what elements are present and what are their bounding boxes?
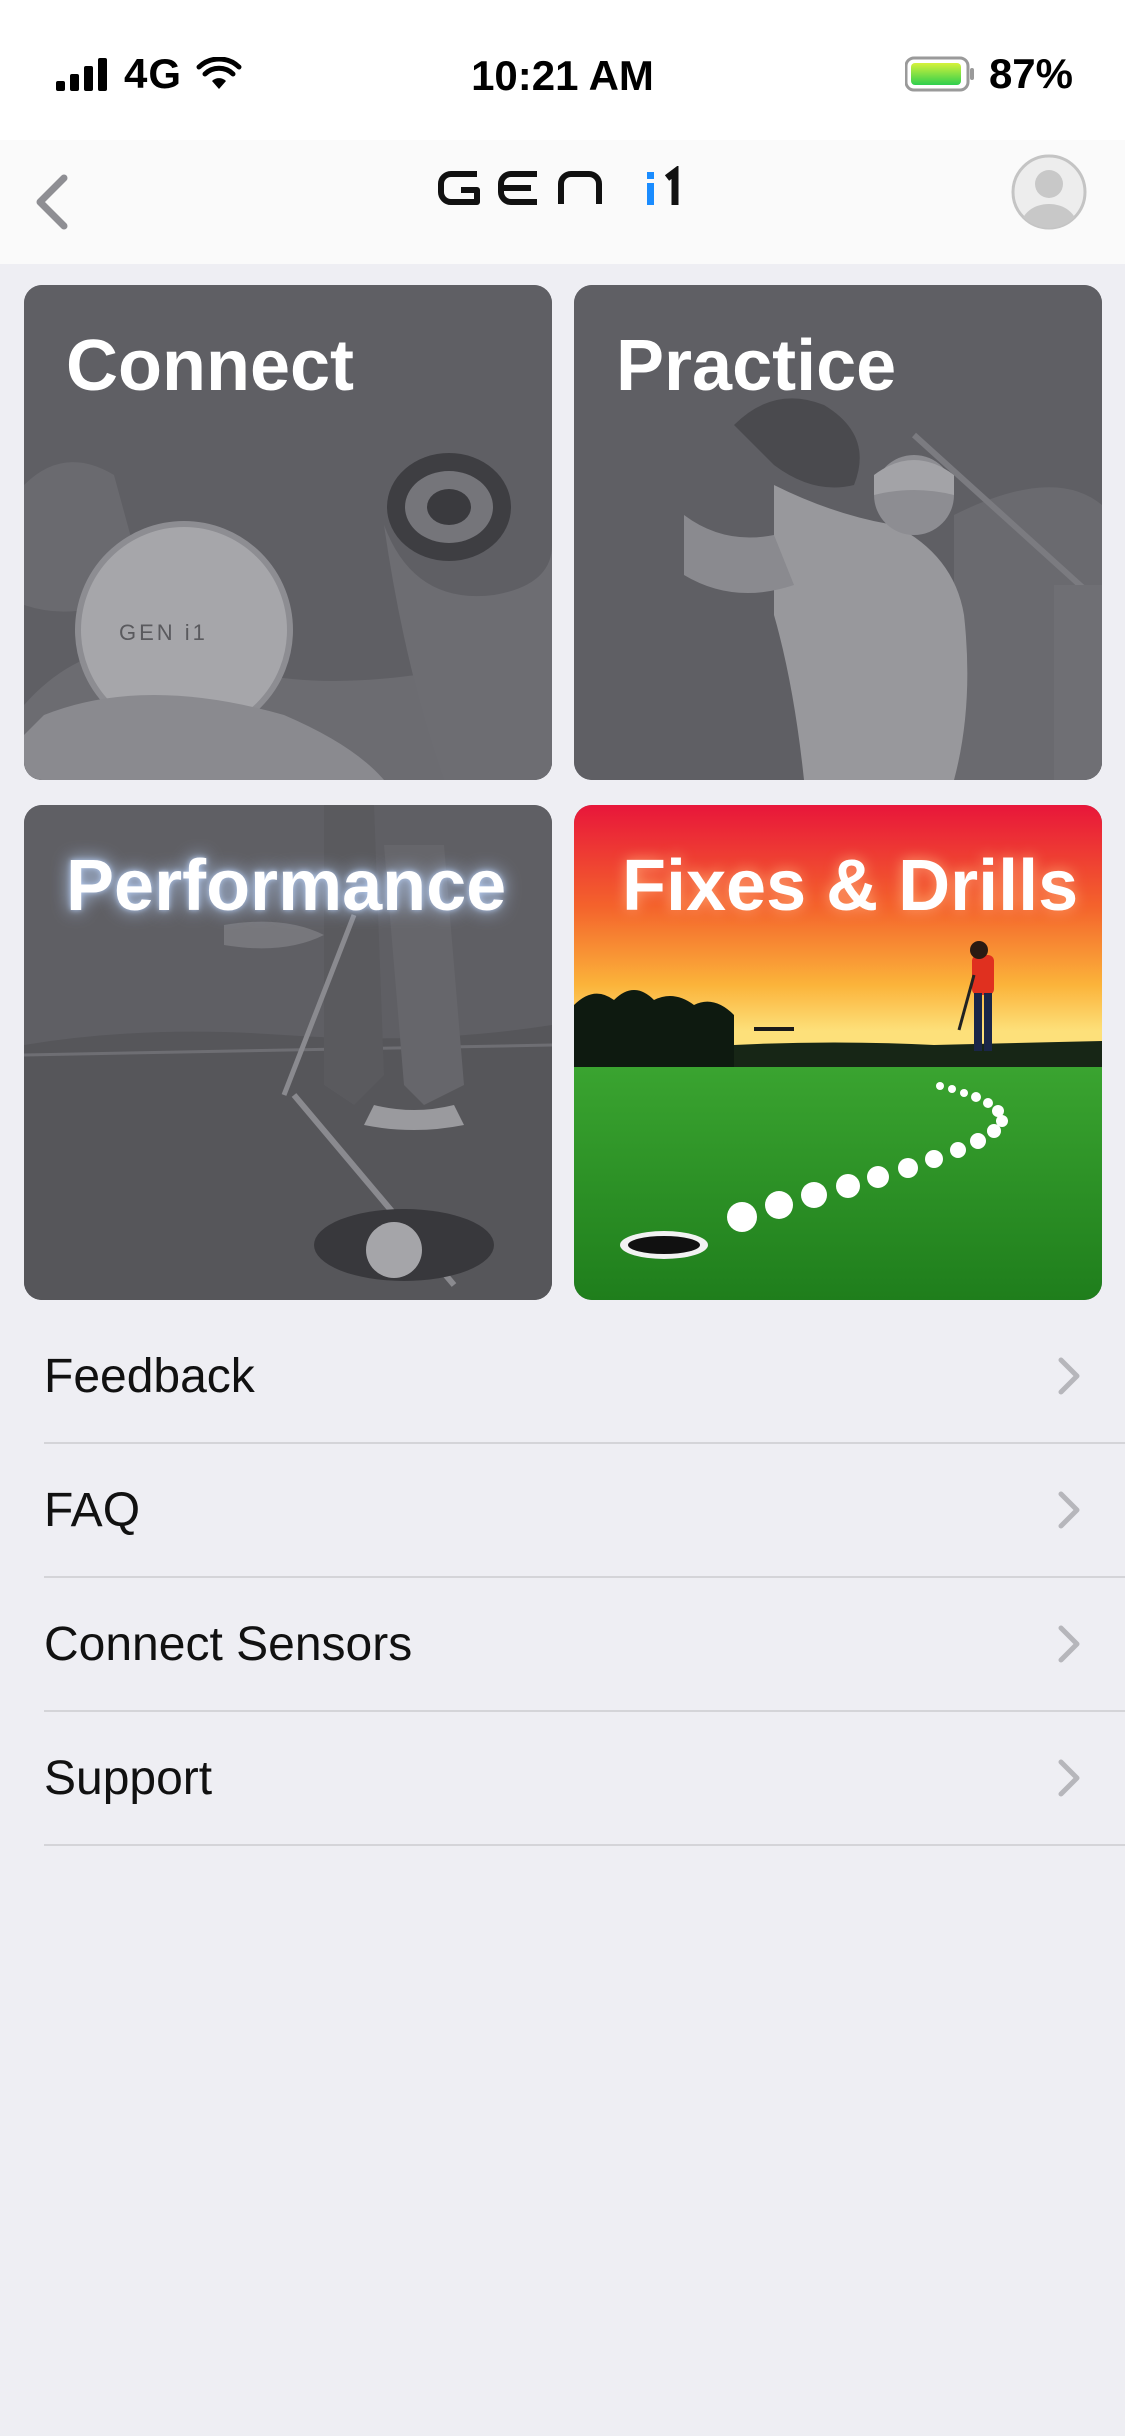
menu-item-label: FAQ xyxy=(44,1483,141,1537)
menu-item-label: Feedback xyxy=(44,1349,255,1403)
profile-button[interactable] xyxy=(1011,154,1087,230)
menu-item-connect-sensors[interactable]: Connect Sensors xyxy=(44,1578,1125,1712)
menu-item-label: Connect Sensors xyxy=(44,1617,413,1671)
chevron-right-icon xyxy=(1058,1357,1080,1395)
tile-performance[interactable]: Performance xyxy=(24,805,552,1300)
tile-performance-label: Performance xyxy=(66,846,507,926)
menu-item-support[interactable]: Support xyxy=(44,1712,1125,1846)
tile-practice-label: Practice xyxy=(616,326,897,406)
svg-text:GEN i1: GEN i1 xyxy=(119,620,208,645)
tile-practice[interactable]: Practice xyxy=(574,285,1102,780)
chevron-right-icon xyxy=(1058,1759,1080,1797)
nav-bar xyxy=(0,140,1125,264)
tile-fixes-drills-label: Fixes & Drills xyxy=(622,846,1079,926)
menu-list: Feedback FAQ Connect Sensors Support xyxy=(0,1310,1125,1846)
tile-connect-label: Connect xyxy=(66,326,354,406)
battery-icon xyxy=(904,56,974,92)
tile-connect[interactable]: GEN i1 Connect xyxy=(24,285,552,780)
tile-fixes-drills[interactable]: Fixes & Drills xyxy=(574,805,1102,1300)
i1-logo-icon xyxy=(646,166,678,205)
menu-item-feedback[interactable]: Feedback xyxy=(44,1310,1125,1444)
menu-item-faq[interactable]: FAQ xyxy=(44,1444,1125,1578)
status-bar: 4G 10:21 AM 87% xyxy=(0,0,1125,140)
menu-item-label: Support xyxy=(44,1751,213,1805)
gen-logo-icon xyxy=(437,171,602,205)
chevron-right-icon xyxy=(1058,1625,1080,1663)
status-right: 87% xyxy=(904,50,1073,98)
user-avatar-icon xyxy=(1011,154,1087,230)
chevron-right-icon xyxy=(1058,1491,1080,1529)
app-logo xyxy=(0,166,1125,210)
battery-percent: 87% xyxy=(988,50,1073,97)
